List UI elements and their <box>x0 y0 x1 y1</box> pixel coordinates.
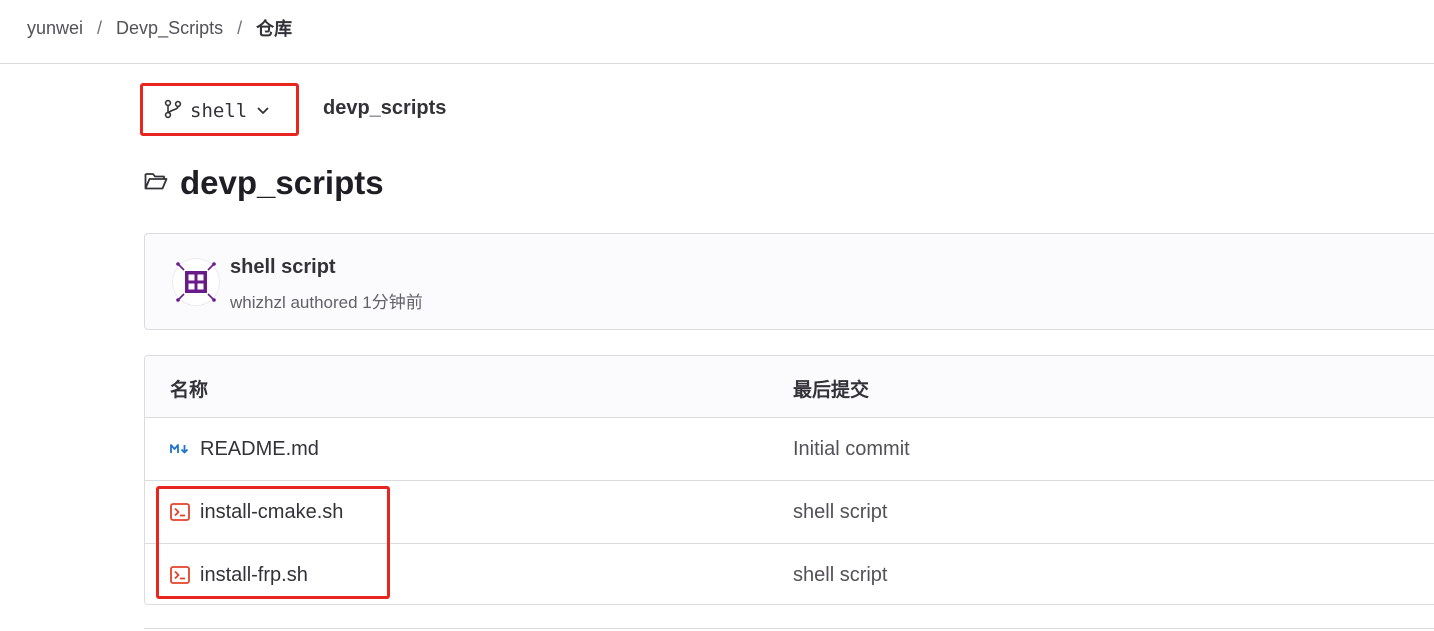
breadcrumb-item-group[interactable]: yunwei <box>27 18 83 39</box>
file-name-link[interactable]: README.md <box>170 418 319 480</box>
avatar[interactable] <box>172 258 220 306</box>
folder-open-icon <box>144 171 168 196</box>
shell-file-icon <box>170 566 190 584</box>
repo-path-link[interactable]: devp_scripts <box>323 97 446 120</box>
column-header-last-commit: 最后提交 <box>793 380 870 401</box>
table-header: 名称 最后提交 <box>145 356 1434 418</box>
last-commit-card: shell script whizhzl authored 1分钟前 <box>144 233 1434 330</box>
file-commit-link[interactable]: shell script <box>793 544 887 604</box>
branch-name: shell <box>190 100 248 122</box>
breadcrumb: yunwei / Devp_Scripts / 仓库 <box>27 14 292 42</box>
file-name: install-frp.sh <box>200 563 308 586</box>
breadcrumb-item-project[interactable]: Devp_Scripts <box>116 18 223 39</box>
file-name-link[interactable]: install-cmake.sh <box>170 481 343 543</box>
file-name: install-cmake.sh <box>200 500 344 523</box>
commit-message-link[interactable]: shell script <box>230 256 336 279</box>
file-name: README.md <box>200 437 319 460</box>
page-title-row: devp_scripts <box>144 164 384 202</box>
markdown-icon <box>170 443 190 455</box>
breadcrumb-item-current[interactable]: 仓库 <box>256 15 292 41</box>
table-row[interactable]: install-frp.sh shell script <box>145 544 1434 604</box>
file-table: 名称 最后提交 README.md Initial commit install… <box>144 355 1434 605</box>
breadcrumb-separator: / <box>237 17 243 38</box>
file-name-link[interactable]: install-frp.sh <box>170 544 308 604</box>
repository-page: yunwei / Devp_Scripts / 仓库 shell devp_sc… <box>0 0 1434 631</box>
shell-file-icon <box>170 503 190 521</box>
chevron-down-icon <box>257 102 269 120</box>
file-commit-link[interactable]: shell script <box>793 481 887 543</box>
commit-meta: whizhzl authored 1分钟前 <box>230 293 423 312</box>
section-divider <box>144 628 1434 629</box>
table-row[interactable]: install-cmake.sh shell script <box>145 481 1434 544</box>
header-divider <box>0 63 1434 64</box>
page-title: devp_scripts <box>180 164 384 201</box>
table-row[interactable]: README.md Initial commit <box>145 418 1434 481</box>
branch-selector-button[interactable]: shell <box>150 90 294 132</box>
column-header-name: 名称 <box>170 380 209 401</box>
branch-icon <box>164 99 182 124</box>
breadcrumb-separator: / <box>97 17 103 38</box>
file-commit-link[interactable]: Initial commit <box>793 418 910 480</box>
